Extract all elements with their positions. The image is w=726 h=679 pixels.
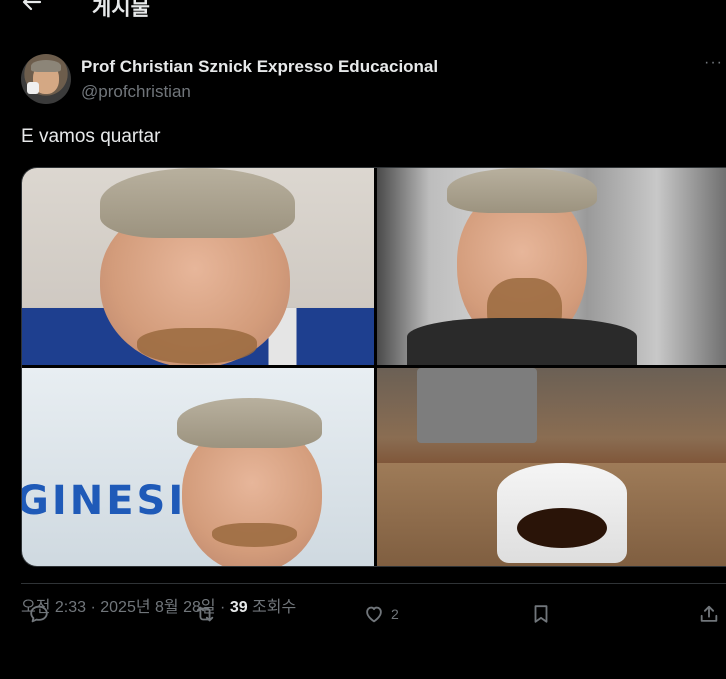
more-options-button[interactable]: ···	[704, 54, 726, 78]
photo-1-mustache	[137, 328, 257, 364]
top-bar: 게시물	[0, 0, 726, 26]
photo-4-chair	[417, 368, 537, 443]
photo-2-jacket	[407, 318, 637, 365]
photo-3-mustache	[212, 523, 297, 547]
photo-1[interactable]	[22, 168, 374, 365]
post-text: E vamos quartar	[21, 126, 161, 147]
photo-4-coffee	[517, 508, 607, 548]
photo-3-logo-text: GINESI	[22, 478, 187, 524]
bookmark-button[interactable]	[530, 600, 552, 628]
repost-icon	[196, 606, 214, 622]
photo-3-cap	[177, 398, 322, 448]
photo-2-cap	[447, 168, 597, 213]
divider	[21, 583, 726, 584]
avatar[interactable]	[21, 54, 71, 104]
photo-3[interactable]: GINESI	[22, 368, 374, 566]
photo-4[interactable]	[377, 368, 726, 566]
avatar-cap	[31, 60, 61, 72]
reply-button[interactable]	[28, 600, 50, 628]
reply-icon	[30, 605, 48, 623]
share-icon	[700, 605, 718, 622]
like-count: 2	[391, 606, 399, 622]
author-name[interactable]: Prof Christian Sznick Expresso Educacion…	[81, 57, 438, 77]
page-title: 게시물	[92, 0, 150, 20]
photo-1-cap	[100, 168, 295, 238]
avatar-cup	[27, 82, 39, 94]
action-bar: 2	[0, 600, 726, 630]
bookmark-icon	[534, 605, 548, 623]
heart-icon	[366, 606, 382, 623]
media-grid: GINESI	[21, 167, 726, 567]
author-handle[interactable]: @profchristian	[81, 82, 191, 102]
arrow-left-icon	[22, 0, 42, 11]
photo-2[interactable]	[377, 168, 726, 365]
share-button[interactable]	[698, 600, 720, 628]
back-button[interactable]	[20, 0, 48, 18]
repost-button[interactable]	[194, 600, 216, 628]
like-button[interactable]: 2	[363, 600, 399, 628]
